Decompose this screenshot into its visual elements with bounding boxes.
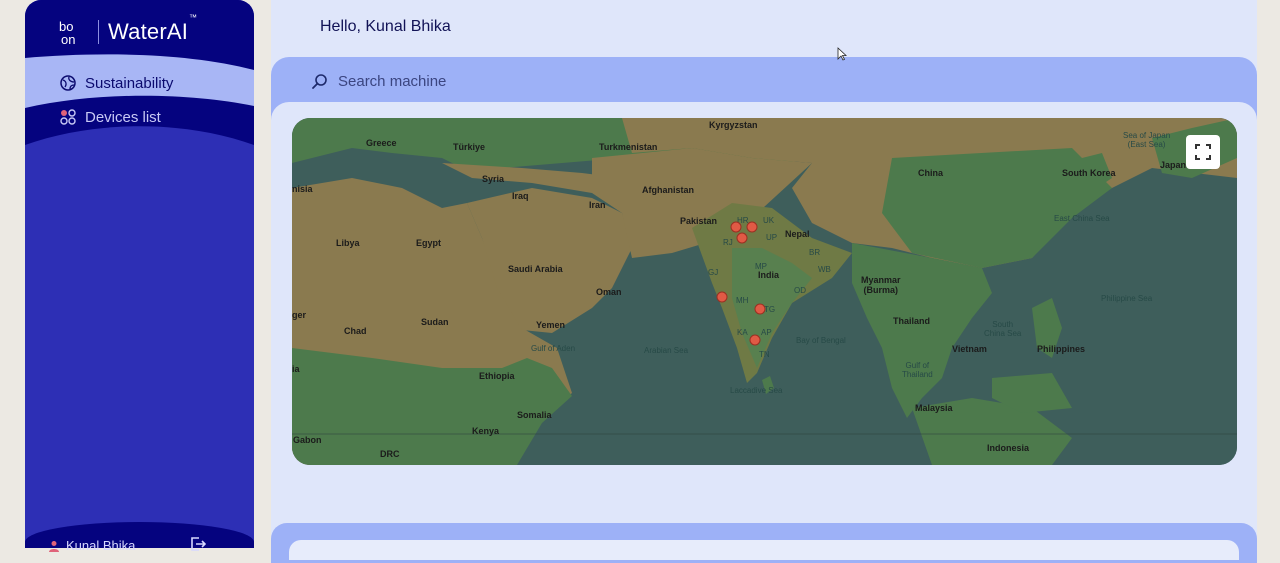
brand[interactable]: bo on WaterAI™ (59, 13, 198, 46)
sidebar-item-label: Devices list (85, 108, 161, 126)
app-name: WaterAI™ (108, 13, 198, 44)
search-bar[interactable] (311, 72, 640, 91)
user-icon (49, 540, 59, 552)
fullscreen-icon (1195, 144, 1211, 160)
fullscreen-button[interactable] (1186, 135, 1220, 169)
device-marker[interactable] (716, 291, 728, 303)
user-profile[interactable]: Kunal Bhika (48, 538, 135, 553)
device-marker[interactable] (746, 221, 758, 233)
sidebar-item-label: Sustainability (85, 74, 174, 92)
device-marker[interactable] (754, 303, 766, 315)
sidebar: bo on WaterAI™ Sustainability Devices li… (25, 0, 254, 548)
devices-map[interactable]: Kyrgyzstan Greece Türkiye Turkmenistan C… (292, 118, 1237, 465)
boon-logo-icon: bo on (59, 19, 75, 46)
search-icon (312, 73, 327, 89)
sidebar-item-sustainability[interactable]: Sustainability (25, 66, 254, 100)
greeting-text: Hello, Kunal Bhika (320, 18, 451, 35)
brand-divider (98, 20, 99, 44)
devices-grid-icon (60, 109, 76, 125)
user-name: Kunal Bhika (66, 538, 136, 553)
secondary-panel (289, 540, 1239, 560)
mouse-cursor-icon (837, 47, 847, 61)
device-marker[interactable] (730, 221, 742, 233)
leaf-globe-icon (60, 75, 76, 91)
search-input[interactable] (336, 72, 640, 91)
device-marker[interactable] (736, 232, 748, 244)
logout-icon[interactable] (190, 537, 206, 551)
device-marker[interactable] (749, 334, 761, 346)
svg-text:on: on (61, 32, 75, 46)
sidebar-item-devices-list[interactable]: Devices list (25, 106, 254, 128)
map-markers (716, 221, 766, 346)
